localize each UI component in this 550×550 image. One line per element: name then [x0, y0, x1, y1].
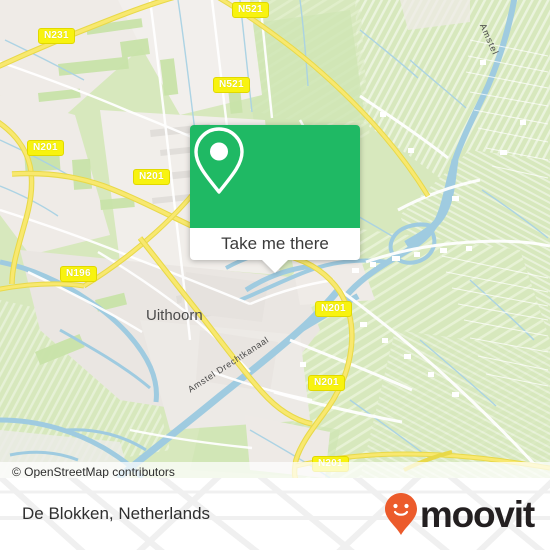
- map-canvas[interactable]: Uithoorn Amstel Amstel Drechtkanaal N231…: [0, 0, 550, 478]
- road-shield-n201[interactable]: N201: [27, 140, 64, 156]
- osm-attribution-text[interactable]: © OpenStreetMap contributors: [0, 465, 175, 478]
- road-shield-n201[interactable]: N201: [315, 301, 352, 317]
- location-pin-icon: [194, 127, 244, 194]
- road-shield-n231[interactable]: N231: [38, 28, 75, 44]
- map-attribution-bar: © OpenStreetMap contributors: [0, 462, 550, 478]
- footer-bar: De Blokken, Netherlands moovit: [0, 478, 550, 550]
- take-me-there-button[interactable]: Take me there: [190, 228, 360, 260]
- moovit-pin-icon: [384, 493, 417, 535]
- road-shield-n196[interactable]: N196: [60, 266, 97, 282]
- callout-icon-area: [190, 125, 360, 228]
- take-me-there-label: Take me there: [221, 234, 329, 253]
- road-shield-n521[interactable]: N521: [213, 77, 250, 93]
- moovit-wordmark: moovit: [419, 493, 535, 535]
- road-shield-n201[interactable]: N201: [133, 169, 170, 185]
- road-shield-n201[interactable]: N201: [308, 375, 345, 391]
- destination-callout[interactable]: Take me there: [190, 125, 360, 273]
- place-label-uithoorn: Uithoorn: [146, 307, 203, 324]
- map-share-screen: Uithoorn Amstel Amstel Drechtkanaal N231…: [0, 0, 550, 550]
- callout-tail: [262, 260, 288, 273]
- place-title: De Blokken, Netherlands: [22, 504, 211, 523]
- moovit-brand[interactable]: moovit: [384, 492, 535, 536]
- road-shield-n521[interactable]: N521: [232, 2, 269, 18]
